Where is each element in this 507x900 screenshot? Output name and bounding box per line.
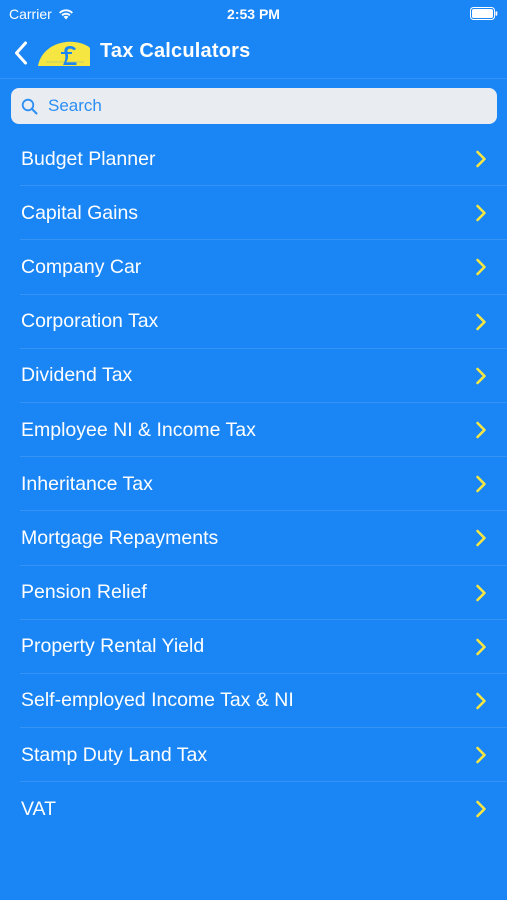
list-item-label: Mortgage Repayments (21, 526, 219, 549)
chevron-right-icon (476, 259, 486, 276)
list-item-label: Employee NI & Income Tax (21, 418, 256, 441)
search-icon (21, 98, 38, 114)
list-item[interactable]: Mortgage Repayments (0, 511, 507, 566)
list-item[interactable]: Self-employed Income Tax & NI (0, 674, 507, 729)
list-item[interactable]: Corporation Tax (0, 295, 507, 349)
list-item-label: Self-employed Income Tax & NI (21, 689, 294, 712)
list-item-label: Stamp Duty Land Tax (21, 743, 208, 766)
chevron-right-icon (476, 530, 486, 547)
chevron-right-icon (476, 801, 486, 818)
search-input[interactable] (46, 95, 470, 117)
page-title: Tax Calculators (100, 40, 251, 62)
list-item-label: VAT (21, 797, 57, 820)
list-item-label: Inheritance Tax (21, 472, 153, 495)
search-bar[interactable] (11, 88, 497, 124)
list-item[interactable]: Company Car (0, 240, 507, 295)
chevron-right-icon (476, 313, 486, 330)
list-item[interactable]: Employee NI & Income Tax (0, 403, 507, 458)
chevron-left-icon (15, 41, 27, 65)
back-button[interactable] (8, 36, 34, 70)
chevron-right-icon (476, 692, 486, 710)
list-item[interactable]: Inheritance Tax (0, 457, 507, 512)
navigation-bar: Tax Calculators (0, 28, 507, 79)
chevron-right-icon (476, 421, 486, 439)
list-item[interactable]: Stamp Duty Land Tax (0, 728, 507, 783)
chevron-right-icon (476, 638, 486, 656)
chevron-right-icon (476, 475, 486, 493)
list-item[interactable]: Budget Planner (0, 132, 507, 187)
list-item-label: Capital Gains (21, 201, 139, 224)
list-item[interactable]: Capital Gains (0, 186, 507, 241)
status-bar: Carrier 2:53 PM (0, 0, 507, 28)
list-item-label: Dividend Tax (21, 364, 133, 387)
chevron-right-icon (476, 746, 486, 764)
status-time: 2:53 PM (227, 6, 280, 22)
list-item-label: Corporation Tax (21, 310, 159, 333)
list-item[interactable]: VAT (0, 782, 507, 836)
chevron-right-icon (476, 367, 486, 385)
list-item[interactable]: Property Rental Yield (0, 620, 507, 675)
list-item[interactable]: Pension Relief (0, 566, 507, 620)
chevron-right-icon (476, 204, 486, 222)
list-item[interactable]: Dividend Tax (0, 349, 507, 404)
list-item-label: Budget Planner (21, 147, 156, 170)
calculator-list: Budget Planner Capital Gains Company Car… (0, 132, 507, 836)
pound-sign-logo[interactable] (36, 38, 92, 68)
chevron-right-icon (476, 584, 486, 601)
battery-icon (470, 7, 498, 20)
list-item-label: Property Rental Yield (21, 635, 205, 658)
list-item-label: Pension Relief (21, 581, 147, 604)
chevron-right-icon (476, 150, 486, 168)
list-item-label: Company Car (21, 255, 142, 278)
